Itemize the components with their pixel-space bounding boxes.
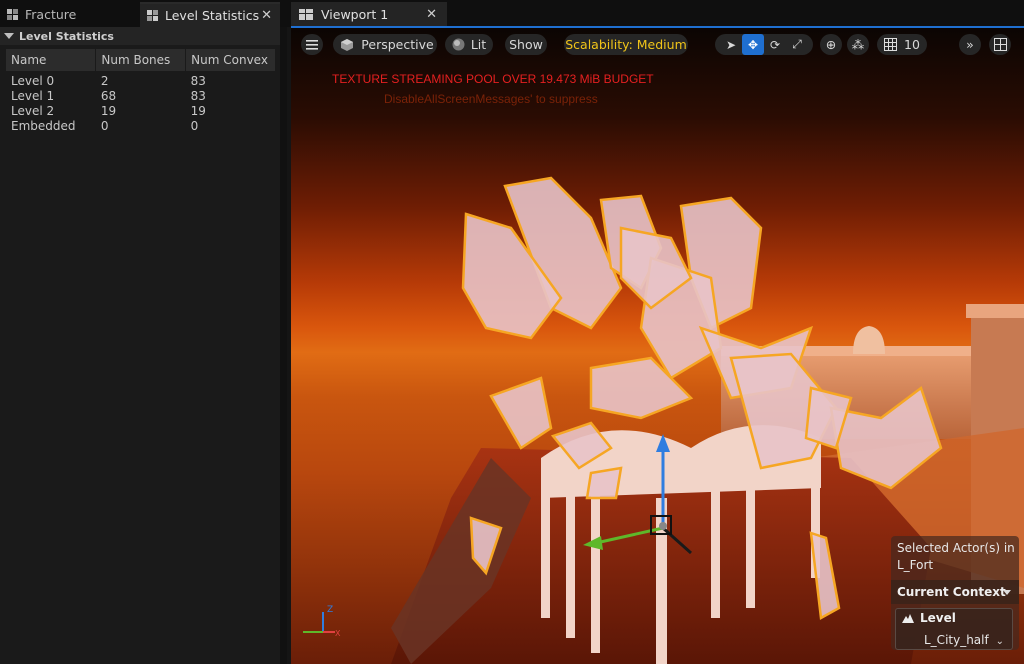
cell-name: Level 1 <box>11 89 55 103</box>
table-row[interactable]: Level 1 68 83 <box>6 89 276 104</box>
svg-text:Z: Z <box>327 605 333 615</box>
chevron-down-icon: ⌄ <box>995 636 1004 647</box>
close-icon[interactable]: ✕ <box>261 8 272 23</box>
viewport-layout-button[interactable] <box>989 34 1011 55</box>
tab-fracture[interactable]: Fracture <box>0 2 138 27</box>
grid-size-value: 10 <box>904 37 920 52</box>
level-label-text: Level <box>920 611 956 625</box>
table-row[interactable]: Level 2 19 19 <box>6 104 276 119</box>
cell-name: Embedded <box>11 119 76 133</box>
suppress-message: DisableAllScreenMessages' to suppress <box>384 92 598 106</box>
table-header-row: Name Num Bones Num Convex <box>6 49 276 71</box>
scalability-label: Scalability: Medium <box>565 37 687 52</box>
cell-num-convex: 83 <box>190 74 206 88</box>
globe-icon: ⊕ <box>825 37 837 52</box>
cell-num-convex: 19 <box>190 104 206 118</box>
level-statistics-header[interactable]: Level Statistics <box>0 27 287 45</box>
grid-icon <box>884 38 898 51</box>
tab-viewport-1[interactable]: Viewport 1 ✕ <box>291 2 447 27</box>
cursor-icon[interactable]: ➤ <box>720 34 742 55</box>
tab-level-statistics[interactable]: Level Statistics ✕ <box>140 2 280 27</box>
hamburger-icon <box>306 39 318 50</box>
more-options-button[interactable]: » <box>959 34 981 55</box>
table-row[interactable]: Level 0 2 83 <box>6 71 276 89</box>
selected-actors-level: L_Fort <box>897 558 934 572</box>
fort-tower-top <box>966 304 1024 318</box>
perspective-button[interactable]: Perspective <box>333 34 437 55</box>
tab-level-statistics-label: Level Statistics <box>165 8 260 23</box>
current-context-label: Current Context <box>897 585 1006 599</box>
rotate-icon[interactable]: ⟳ <box>764 34 786 55</box>
column-header-name[interactable]: Name <box>6 49 97 71</box>
view-mode-lit-button[interactable]: Lit <box>445 34 493 55</box>
stats-icon <box>147 10 158 21</box>
show-label: Show <box>509 37 543 52</box>
show-button[interactable]: Show <box>505 34 547 55</box>
viewport-icon <box>299 9 313 20</box>
viewport-menu-button[interactable] <box>301 34 323 55</box>
fracture-icon <box>7 9 18 20</box>
column-header-num-bones[interactable]: Num Bones <box>95 49 187 71</box>
cell-num-bones: 0 <box>100 119 109 133</box>
level-label: Level <box>902 611 956 625</box>
chevron-down-icon <box>1003 590 1011 595</box>
level-icon <box>902 614 914 623</box>
level-selector[interactable]: Level L_City_half ⌄ <box>895 608 1013 650</box>
cell-num-convex: 83 <box>190 89 206 103</box>
left-panel: Fracture Level Statistics ✕ Level Statis… <box>0 0 287 664</box>
current-context-row[interactable]: Current Context <box>891 580 1019 604</box>
column-header-num-convex[interactable]: Num Convex <box>185 49 276 71</box>
cell-num-bones: 2 <box>100 74 109 88</box>
tab-viewport-label: Viewport 1 <box>321 7 389 22</box>
cell-name: Level 2 <box>11 104 55 118</box>
surface-snap-icon: ⁂ <box>851 37 865 52</box>
world-local-toggle[interactable]: ⊕ <box>820 34 842 55</box>
cell-num-convex: 0 <box>190 119 199 133</box>
transform-tools-group: ➤ ✥ ⟳ ⤢ <box>715 34 813 55</box>
dome <box>853 326 885 354</box>
scale-icon[interactable]: ⤢ <box>786 34 808 55</box>
layout-icon <box>993 38 1007 51</box>
level-value: L_City_half <box>924 633 989 647</box>
viewport-toolbar: Perspective Lit Show Scalability: Medium… <box>291 28 1024 60</box>
collapse-triangle-icon <box>4 33 14 39</box>
level-context-widget: Selected Actor(s) in L_Fort Current Cont… <box>891 536 1019 650</box>
section-title: Level Statistics <box>19 29 114 43</box>
cell-num-bones: 68 <box>100 89 117 103</box>
cell-num-bones: 19 <box>100 104 117 118</box>
left-tab-bar: Fracture Level Statistics ✕ <box>0 0 287 27</box>
perspective-label: Perspective <box>361 37 434 52</box>
panel-scrollbar[interactable] <box>280 27 287 664</box>
grid-snap-button[interactable]: 10 <box>877 34 927 55</box>
surface-snap-button[interactable]: ⁂ <box>847 34 869 55</box>
texture-streaming-warning: TEXTURE STREAMING POOL OVER 19.473 MiB B… <box>332 72 654 86</box>
sphere-icon <box>452 38 465 51</box>
scalability-button[interactable]: Scalability: Medium <box>564 34 688 55</box>
svg-text:X: X <box>335 629 341 638</box>
move-icon[interactable]: ✥ <box>742 34 764 55</box>
cube-icon <box>341 38 354 51</box>
cell-name: Level 0 <box>11 74 55 88</box>
selected-actors-text: Selected Actor(s) in L_Fort <box>897 540 1017 574</box>
lit-label: Lit <box>470 37 487 52</box>
axis-indicator: Z X <box>303 605 341 638</box>
tab-fracture-label: Fracture <box>25 7 77 22</box>
table-row[interactable]: Embedded 0 0 <box>6 119 276 134</box>
viewport-tab-bar: Viewport 1 ✕ <box>287 0 1024 28</box>
close-icon[interactable]: ✕ <box>426 7 437 22</box>
level-viewport[interactable]: Z X Perspective Lit Show Scalability: Me… <box>291 28 1024 664</box>
selected-actors-line: Selected Actor(s) in <box>897 541 1015 555</box>
level-statistics-table: Name Num Bones Num Convex Level 0 2 83 L… <box>6 49 276 134</box>
double-chevron-icon: » <box>966 37 974 52</box>
